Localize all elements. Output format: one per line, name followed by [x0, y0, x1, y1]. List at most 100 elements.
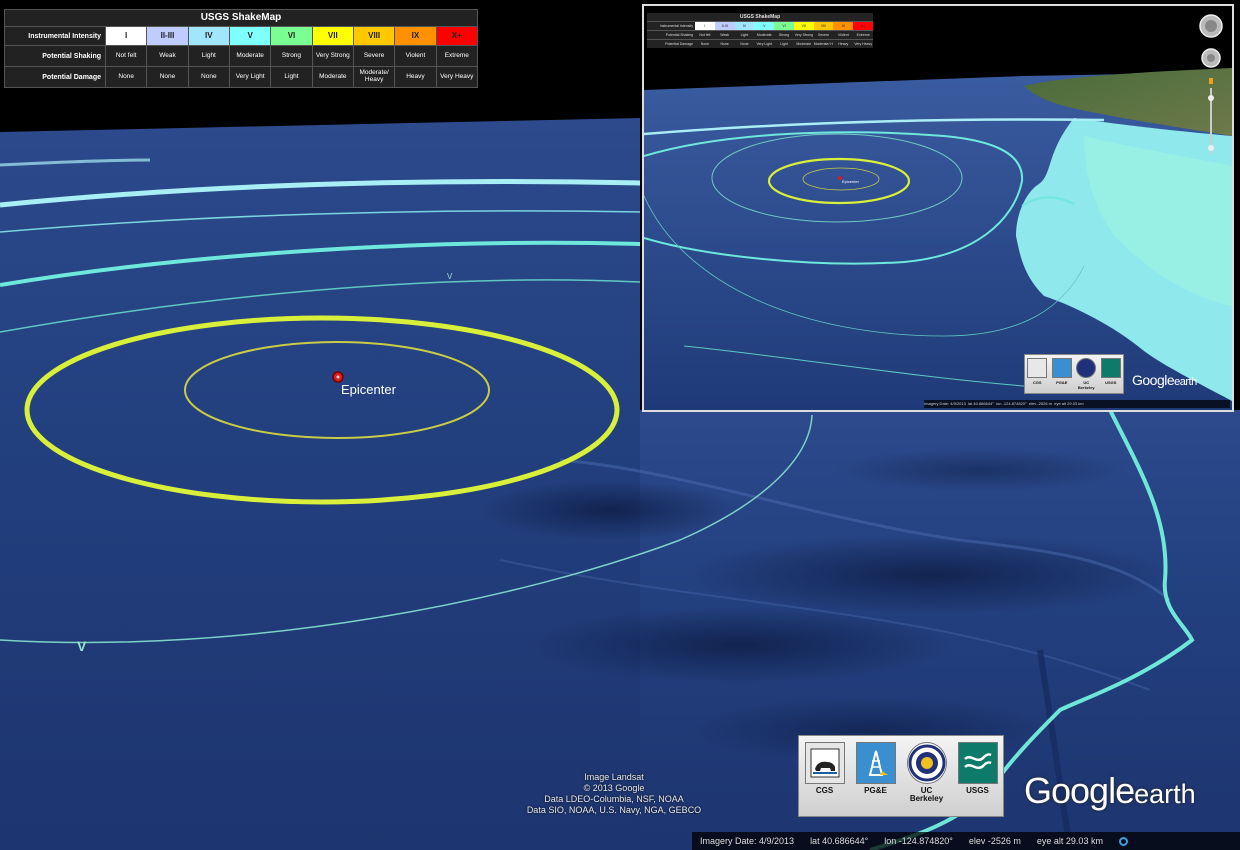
intensity-cell: IV — [187, 27, 229, 45]
inset-intensity-cell: I — [695, 22, 715, 30]
longitude-readout: lon -124.874820° — [884, 836, 953, 846]
inset-legend-title: USGS ShakeMap — [739, 14, 781, 20]
damage-cell: Light — [270, 67, 311, 87]
inset-damage-cell: Very Light — [756, 42, 773, 46]
elevation-readout: elev -2526 m — [968, 836, 1021, 846]
inset-lat: lat 40.686644° — [968, 401, 994, 406]
inset-shaking-cell: Moderate — [756, 33, 772, 37]
damage-cell: None — [146, 67, 187, 87]
inset-damage-label: Potential Damage — [665, 42, 693, 46]
google-earth-logo: Googleearth — [1024, 770, 1196, 812]
tower-icon — [868, 750, 888, 776]
inset-status-bar: Imagery Date: 4/9/2013 lat 40.686644° lo… — [924, 400, 1230, 408]
legend-shaking-row: Potential Shaking Not felt Weak Light Mo… — [5, 45, 477, 66]
shaking-cell: Moderate — [228, 46, 270, 66]
inset-logo: CGS — [1026, 358, 1048, 393]
pge-logo: PG&E — [854, 742, 898, 795]
inset-brand-name: Google — [1132, 372, 1175, 388]
legend-damage-row: Potential Damage None None None Very Lig… — [5, 66, 477, 87]
inset-shaking-label: Potential Shaking — [665, 33, 693, 37]
shaking-cell: Extreme — [435, 46, 477, 66]
inset-eye-alt: eye alt 29.03 km — [1054, 401, 1084, 406]
inset-intensity-label: Instrumental Intensity — [659, 24, 693, 28]
imagery-date: Imagery Date: 4/9/2013 — [700, 836, 795, 846]
shaking-cell: Light — [187, 46, 229, 66]
legend-shaking-label: Potential Shaking — [42, 52, 101, 60]
legend-intensity-label: Instrumental Intensity — [28, 32, 101, 40]
intensity-cell: VII — [311, 27, 353, 45]
partner-logo-panel: CGS PG&E UC Berkeley USGS — [798, 735, 1004, 817]
shakemap-legend: USGS ShakeMap Instrumental Intensity I I… — [4, 9, 478, 88]
usgs-logo: USGS — [956, 742, 1000, 795]
shaking-cell: Severe — [352, 46, 394, 66]
inset-intensity-cell: X+ — [853, 22, 874, 30]
inset-shaking-cell: Not felt — [699, 33, 711, 37]
inset-epicenter-label: Epicenter — [842, 179, 860, 184]
streaming-icon — [1118, 836, 1128, 846]
inset-intensity-row: Instrumental Intensity I II-III IV V VI … — [647, 21, 874, 30]
damage-cell: None — [187, 67, 229, 87]
inset-damage-row: Potential Damage None None None Very Lig… — [647, 39, 873, 48]
cgs-label: CGS — [815, 786, 834, 795]
inset-google-earth-logo: Googleearth — [1132, 372, 1197, 388]
damage-cell: Heavy — [394, 67, 435, 87]
overview-inset-map[interactable]: Epicenter USGS ShakeMap Instrumental Int… — [642, 4, 1234, 412]
inset-logo-label: UC Berkeley — [1077, 380, 1095, 390]
legend-title: USGS ShakeMap — [200, 12, 282, 23]
epicenter-marker[interactable] — [332, 371, 344, 383]
intensity-cell: II-III — [146, 27, 188, 45]
seal-icon — [908, 744, 945, 782]
inset-damage-cell: None — [720, 42, 729, 46]
inset-logo-label: CGS — [1032, 380, 1042, 385]
shaking-cell: Weak — [146, 46, 187, 66]
wave-icon — [963, 753, 992, 770]
shaking-cell: Not felt — [105, 46, 146, 66]
inset-logo: USGS — [1100, 358, 1122, 393]
uc-berkeley-label: UC Berkeley — [909, 786, 944, 804]
inset-shaking-cell: Very Strong — [794, 33, 813, 37]
shaking-cell: Strong — [270, 46, 311, 66]
inset-intensity-cell: VII — [793, 22, 814, 30]
inset-elev: elev -2526 m — [1028, 401, 1052, 406]
intensity-cell: I — [105, 27, 147, 45]
credit-line: Data LDEO-Columbia, NSF, NOAA — [544, 794, 684, 804]
credit-line: Image Landsat — [584, 772, 644, 782]
inset-brand-suffix: earth — [1174, 376, 1197, 388]
shaking-cell: Very Strong — [311, 46, 353, 66]
damage-cell: Very Light — [228, 67, 270, 87]
inset-damage-cell: Light — [780, 42, 788, 46]
uc-berkeley-logo: UC Berkeley — [905, 742, 949, 804]
inset-legend: USGS ShakeMap Instrumental Intensity I I… — [647, 13, 874, 48]
brand-suffix: earth — [1134, 779, 1196, 809]
inset-intensity-cell: IX — [833, 22, 854, 30]
inset-logo: UC Berkeley — [1075, 358, 1097, 393]
inset-logo-panel: CGS PG&E UC Berkeley USGS — [1024, 354, 1124, 394]
contour-label-v-small: V — [447, 272, 453, 281]
credit-line: Data SIO, NOAA, U.S. Navy, NGA, GEBCO — [526, 805, 702, 815]
damage-cell: Very Heavy — [435, 67, 477, 87]
inset-damage-cell: Heavy — [838, 42, 849, 46]
inset-shaking-cell: Light — [740, 33, 749, 37]
bear-icon — [810, 748, 839, 778]
latitude-readout: lat 40.686644° — [810, 836, 869, 846]
legend-damage-label: Potential Damage — [42, 73, 101, 81]
inset-shaking-cell: Severe — [818, 33, 830, 37]
damage-cell: Moderate — [311, 67, 353, 87]
inset-intensity-cell: VI — [774, 22, 794, 30]
epicenter-label: Epicenter — [341, 382, 397, 397]
intensity-cell: V — [228, 27, 271, 45]
legend-intensity-row: Instrumental Intensity I II-III IV V VI … — [5, 26, 477, 45]
inset-intensity-cell: IV — [734, 22, 755, 30]
damage-cell: Moderate/ Heavy — [352, 67, 394, 87]
usgs-label: USGS — [966, 786, 989, 795]
pge-label: PG&E — [864, 786, 887, 795]
inset-damage-cell: Moderate/ Heavy — [813, 42, 834, 46]
shaking-cell: Violent — [394, 46, 435, 66]
inset-shaking-row: Potential Shaking Not felt Weak Light Mo… — [647, 30, 873, 39]
inset-imagery-date: Imagery Date: 4/9/2013 — [924, 401, 966, 406]
damage-cell: None — [105, 67, 146, 87]
inset-damage-cell: None — [700, 42, 710, 46]
inset-intensity-cell: VIII — [813, 22, 834, 30]
inset-shaking-cell: Extreme — [856, 33, 870, 37]
intensity-cell: VIII — [352, 27, 395, 45]
